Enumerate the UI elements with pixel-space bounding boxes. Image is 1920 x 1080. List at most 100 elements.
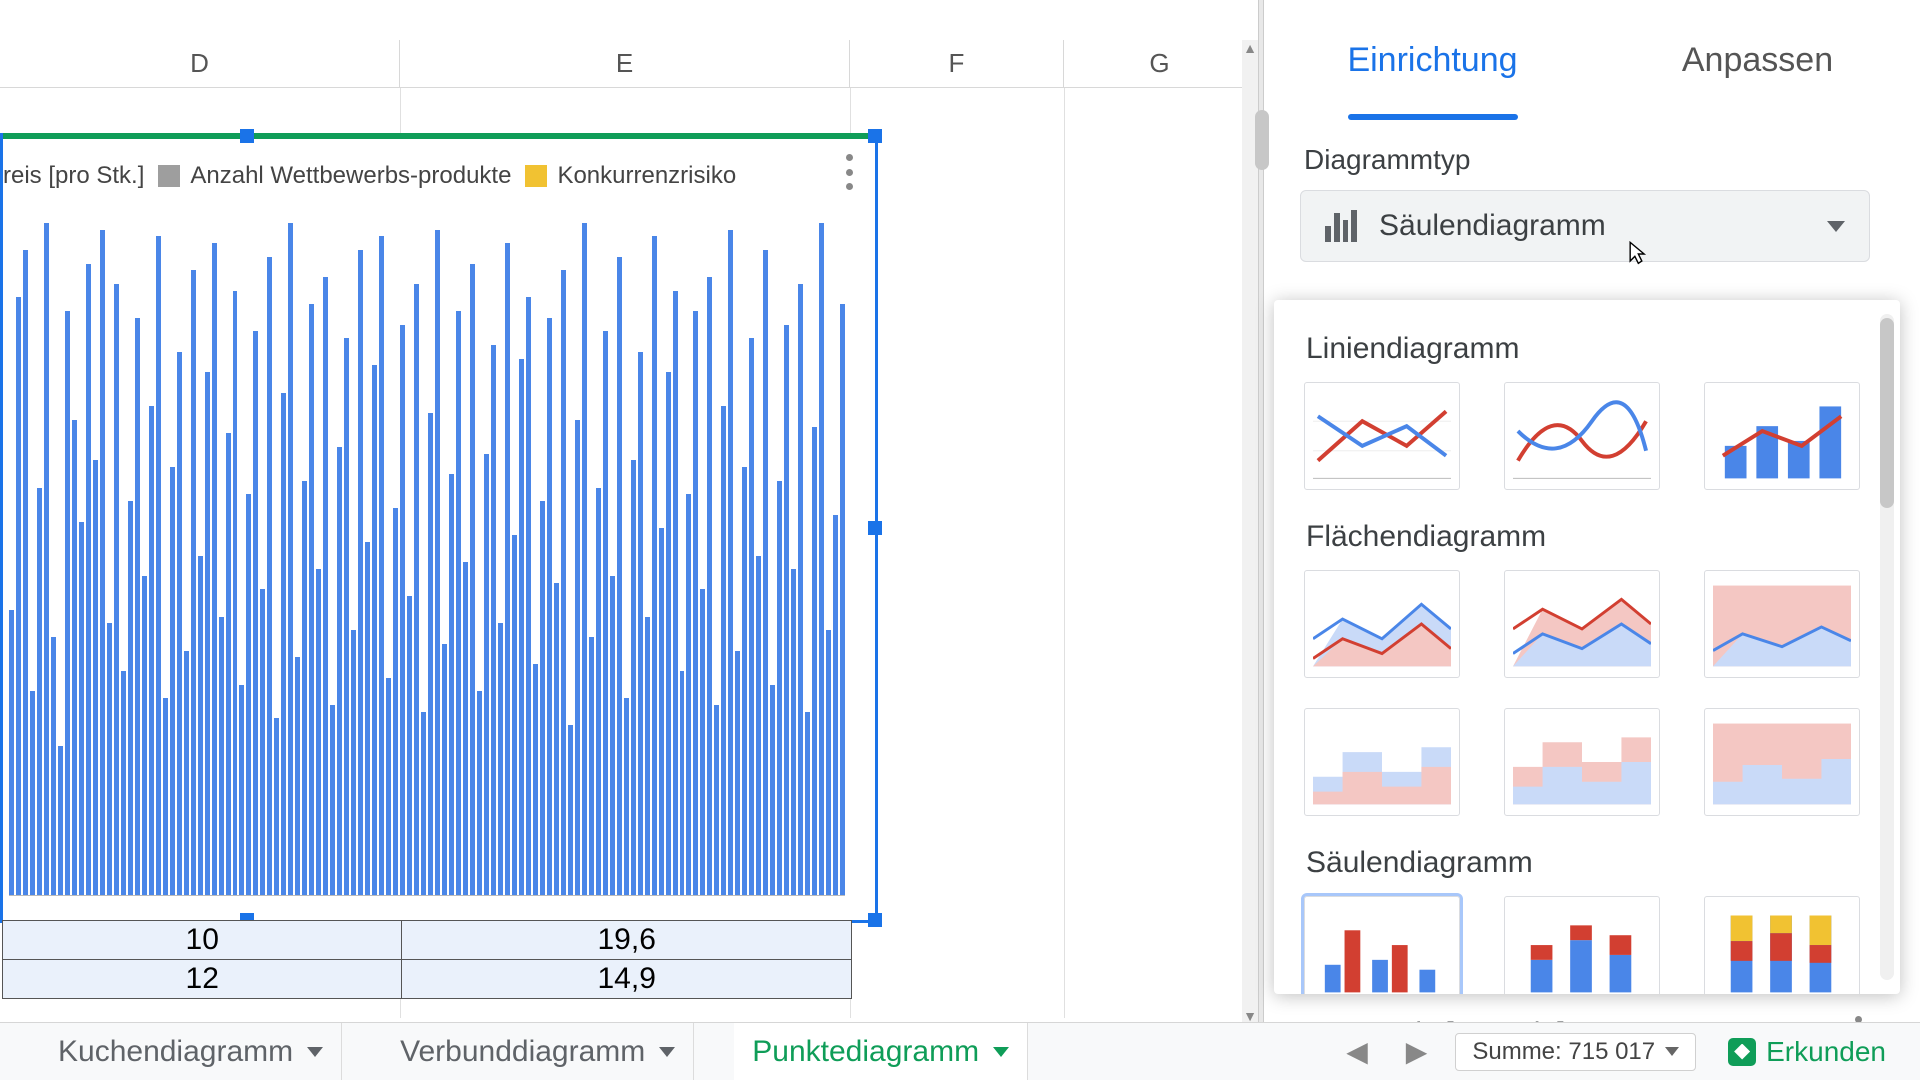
chart-bar[interactable]: [177, 352, 182, 895]
chart-bar[interactable]: [421, 712, 426, 895]
chart-bar[interactable]: [693, 311, 698, 895]
cell-d[interactable]: 12: [3, 960, 402, 999]
chart-bar[interactable]: [777, 481, 782, 895]
chart-bar[interactable]: [582, 223, 587, 895]
chart-type-area[interactable]: [1304, 570, 1460, 678]
resize-knob[interactable]: [1255, 110, 1269, 170]
chart-bar[interactable]: [281, 393, 286, 895]
chart-bar[interactable]: [659, 528, 664, 895]
chart-bar[interactable]: [198, 556, 203, 896]
chart-bar[interactable]: [645, 617, 650, 895]
chart-bar[interactable]: [763, 250, 768, 895]
selection-handle[interactable]: [868, 521, 882, 535]
chart-bar[interactable]: [673, 291, 678, 895]
chart-bar[interactable]: [51, 637, 56, 895]
chart-bar[interactable]: [37, 488, 42, 895]
chart-bar[interactable]: [184, 651, 189, 895]
sheet-tab-2[interactable]: Verbunddiagramm: [382, 1023, 694, 1080]
chart-type-combo[interactable]: [1704, 382, 1860, 490]
chart-bar[interactable]: [812, 427, 817, 896]
chart-bar[interactable]: [9, 610, 14, 895]
chart-bar[interactable]: [156, 236, 161, 895]
chart-type-step-area[interactable]: [1304, 708, 1460, 816]
chart-bar[interactable]: [205, 372, 210, 895]
chart-bar[interactable]: [575, 420, 580, 895]
quick-sum-box[interactable]: Summe: 715 017: [1455, 1033, 1696, 1071]
chart-bar[interactable]: [344, 338, 349, 895]
popover-scrollbar[interactable]: [1880, 314, 1894, 980]
chart-bar[interactable]: [44, 223, 49, 895]
grid-vertical-scrollbar[interactable]: ▲ ▼: [1242, 40, 1258, 1030]
column-header-e[interactable]: E: [400, 40, 850, 87]
chart-bar[interactable]: [540, 501, 545, 895]
chart-bar[interactable]: [351, 630, 356, 895]
tab-customize[interactable]: Anpassen: [1595, 0, 1920, 120]
chart-bar[interactable]: [149, 406, 154, 895]
cell-e[interactable]: 14,9: [402, 960, 852, 999]
chart-bar[interactable]: [484, 454, 489, 895]
chart-bar[interactable]: [512, 535, 517, 895]
chart-bar[interactable]: [79, 522, 84, 895]
chart-bar[interactable]: [805, 712, 810, 895]
chart-bar[interactable]: [617, 257, 622, 895]
chart-bar[interactable]: [288, 223, 293, 895]
chart-bar[interactable]: [16, 297, 21, 895]
chart-type-dropdown[interactable]: Säulendiagramm: [1300, 190, 1870, 262]
chart-bar[interactable]: [128, 501, 133, 895]
tab-nav-left-icon[interactable]: ◀: [1336, 1031, 1378, 1072]
chart-bar[interactable]: [742, 467, 747, 895]
chart-bar[interactable]: [505, 243, 510, 895]
chart-bar[interactable]: [260, 589, 265, 895]
chart-bar[interactable]: [589, 637, 594, 895]
chart-bar[interactable]: [491, 345, 496, 895]
chart-bar[interactable]: [680, 671, 685, 895]
chart-bar[interactable]: [72, 420, 77, 895]
chart-bar[interactable]: [107, 623, 112, 895]
chart-bar[interactable]: [30, 691, 35, 895]
chart-kebab-menu[interactable]: [837, 154, 861, 190]
chart-plot-area[interactable]: [9, 216, 845, 896]
legend-item-3[interactable]: Konkurrenzrisiko: [525, 162, 736, 190]
chart-bar[interactable]: [442, 644, 447, 895]
chart-bar[interactable]: [707, 277, 712, 895]
chart-bar[interactable]: [114, 284, 119, 895]
chart-bar[interactable]: [372, 365, 377, 895]
chart-bar[interactable]: [316, 569, 321, 895]
column-header-f[interactable]: F: [850, 40, 1064, 87]
chart-bar[interactable]: [624, 698, 629, 895]
chart-bar[interactable]: [295, 657, 300, 895]
chart-type-smooth-line[interactable]: [1504, 382, 1660, 490]
chart-bar[interactable]: [547, 318, 552, 895]
chart-type-column[interactable]: [1304, 896, 1460, 994]
chart-bar[interactable]: [86, 264, 91, 895]
chart-bar[interactable]: [267, 257, 272, 895]
chart-bar[interactable]: [309, 304, 314, 895]
chart-bar[interactable]: [219, 617, 224, 895]
chart-bar[interactable]: [337, 447, 342, 895]
chart-bar[interactable]: [700, 589, 705, 895]
chart-bar[interactable]: [142, 576, 147, 895]
chart-type-line[interactable]: [1304, 382, 1460, 490]
column-header-d[interactable]: D: [0, 40, 400, 87]
chart-bar[interactable]: [631, 460, 636, 895]
chart-bar[interactable]: [638, 352, 643, 895]
chart-bar[interactable]: [323, 277, 328, 895]
cell-e[interactable]: 19,6: [402, 921, 852, 960]
table-row[interactable]: 12 14,9: [3, 960, 852, 999]
chart-bar[interactable]: [533, 664, 538, 895]
chart-bar[interactable]: [756, 556, 761, 896]
chart-bar[interactable]: [330, 705, 335, 895]
legend-item-2[interactable]: Anzahl Wettbewerbs-produkte: [158, 162, 511, 190]
chart-bar[interactable]: [414, 284, 419, 895]
chart-bar[interactable]: [449, 474, 454, 895]
chart-type-100-area[interactable]: [1704, 570, 1860, 678]
chart-bar[interactable]: [554, 583, 559, 895]
chart-type-stacked-column[interactable]: [1504, 896, 1660, 994]
chart-container[interactable]: reis [pro Stk.] Anzahl Wettbewerbs-produ…: [0, 133, 878, 923]
chevron-down-icon[interactable]: [1665, 1047, 1679, 1056]
chart-bar[interactable]: [826, 630, 831, 895]
chart-bar[interactable]: [121, 671, 126, 895]
chart-bar[interactable]: [833, 515, 838, 895]
legend-item-1[interactable]: reis [pro Stk.]: [3, 162, 144, 190]
chart-bar[interactable]: [365, 542, 370, 895]
